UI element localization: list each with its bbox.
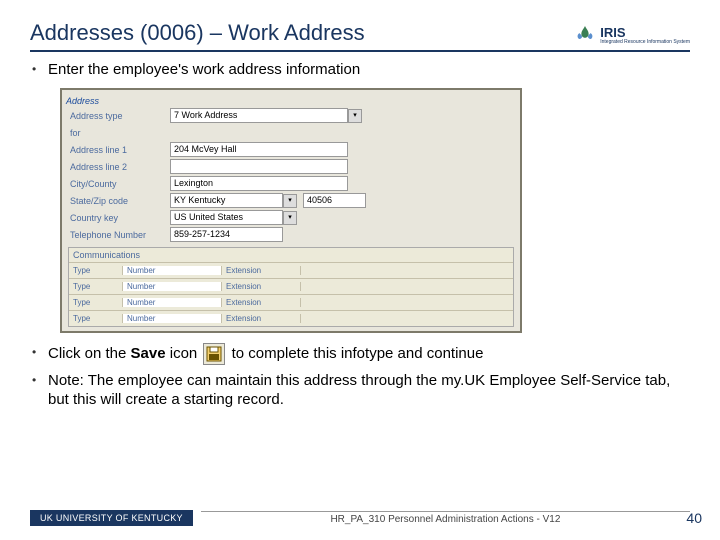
label-line1: Address line 1 bbox=[66, 145, 170, 155]
title-divider bbox=[30, 50, 690, 52]
field-phone[interactable]: 859-257-1234 bbox=[170, 227, 283, 242]
label-for: for bbox=[66, 128, 170, 138]
label-addr-type: Address type bbox=[66, 111, 170, 121]
comm-row: TypeNumberExtension bbox=[69, 262, 513, 278]
label-comm: Communications bbox=[69, 248, 513, 262]
uk-logo: UK UNIVERSITY OF KENTUCKY bbox=[30, 510, 193, 526]
section-address-label: Address bbox=[66, 96, 516, 106]
comm-row: TypeNumberExtension bbox=[69, 278, 513, 294]
dropdown-icon[interactable]: ▾ bbox=[283, 194, 297, 208]
footer-doc-title: HR_PA_310 Personnel Administration Actio… bbox=[201, 511, 690, 525]
dropdown-icon[interactable]: ▾ bbox=[283, 211, 297, 225]
save-icon bbox=[203, 343, 225, 365]
field-line1[interactable]: 204 McVey Hall bbox=[170, 142, 348, 157]
field-line2[interactable] bbox=[170, 159, 348, 174]
label-line2: Address line 2 bbox=[66, 162, 170, 172]
field-zip[interactable]: 40506 bbox=[303, 193, 366, 208]
comm-row: TypeNumberExtension bbox=[69, 294, 513, 310]
iris-logo: IRIS Integrated Resource Information Sys… bbox=[574, 24, 690, 46]
label-phone: Telephone Number bbox=[66, 230, 170, 240]
page-title: Addresses (0006) – Work Address bbox=[30, 20, 365, 46]
field-city[interactable]: Lexington bbox=[170, 176, 348, 191]
field-state[interactable]: KY Kentucky bbox=[170, 193, 283, 208]
iris-flower-icon bbox=[574, 24, 596, 46]
bullet-3: Note: The employee can maintain this add… bbox=[30, 371, 690, 410]
footer: UK UNIVERSITY OF KENTUCKY HR_PA_310 Pers… bbox=[30, 510, 690, 526]
sap-form-screenshot: Address Address type 7 Work Address▾ for… bbox=[60, 88, 522, 333]
page-number: 40 bbox=[686, 510, 702, 526]
field-addr-type[interactable]: 7 Work Address bbox=[170, 108, 348, 123]
label-city: City/County bbox=[66, 179, 170, 189]
communications-panel: Communications TypeNumberExtension TypeN… bbox=[68, 247, 514, 327]
dropdown-icon[interactable]: ▾ bbox=[348, 109, 362, 123]
bullet-2: Click on the Save icon to complete this … bbox=[30, 343, 690, 365]
bullet-1: Enter the employee's work address inform… bbox=[30, 60, 690, 80]
label-state: State/Zip code bbox=[66, 196, 170, 206]
comm-row: TypeNumberExtension bbox=[69, 310, 513, 326]
label-country: Country key bbox=[66, 213, 170, 223]
field-country[interactable]: US United States bbox=[170, 210, 283, 225]
